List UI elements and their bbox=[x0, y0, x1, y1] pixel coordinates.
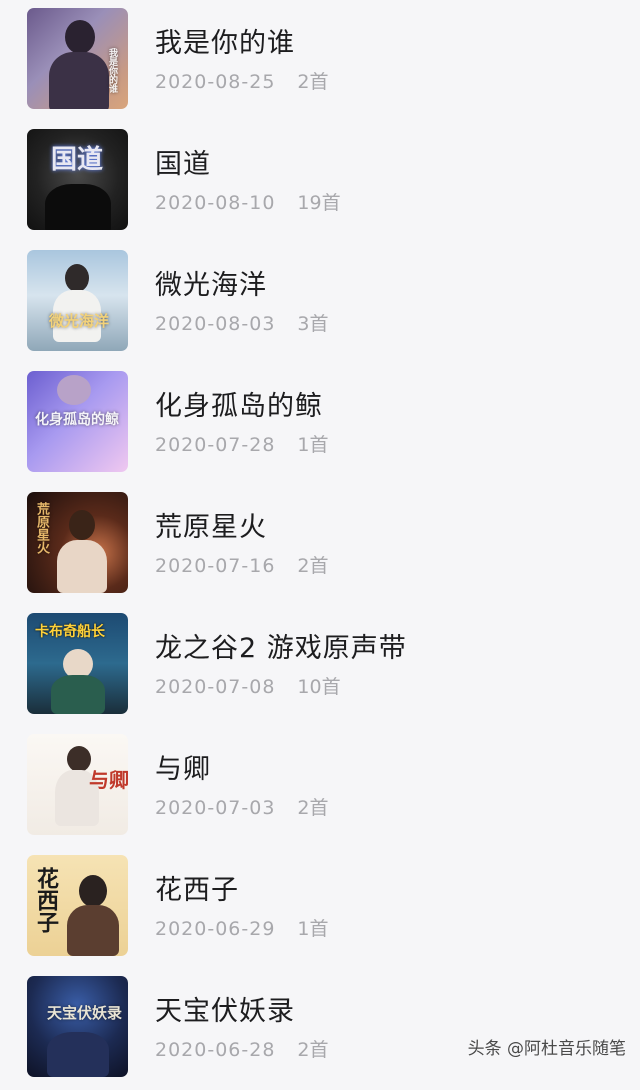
cover-text: 花西子 bbox=[33, 867, 59, 933]
album-row[interactable]: 国道 国道 2020-08-10 19首 bbox=[0, 122, 640, 243]
release-date: 2020-08-10 bbox=[155, 192, 276, 214]
album-row[interactable]: 花西子 花西子 2020-06-29 1首 bbox=[0, 848, 640, 969]
album-row[interactable]: 荒原星火 荒原星火 2020-07-16 2首 bbox=[0, 485, 640, 606]
album-cover: 与卿 bbox=[27, 734, 128, 835]
album-meta: 2020-07-08 10首 bbox=[155, 672, 341, 699]
cover-text: 我是你的谁 bbox=[107, 48, 117, 93]
track-count: 19首 bbox=[297, 192, 341, 214]
cover-text: 国道 bbox=[51, 145, 104, 175]
album-cover: 化身孤岛的鲸 bbox=[27, 371, 128, 472]
album-title: 天宝伏妖录 bbox=[155, 996, 295, 1027]
album-row[interactable]: 天宝伏妖录 天宝伏妖录 2020-06-28 2首 bbox=[0, 969, 640, 1090]
album-title: 与卿 bbox=[155, 754, 211, 785]
cover-text: 卡布奇船长 bbox=[35, 624, 105, 640]
track-count: 2首 bbox=[297, 797, 329, 819]
release-date: 2020-07-03 bbox=[155, 797, 276, 819]
album-list: 我是你的谁 我是你的谁 2020-08-25 2首 国道 国道 2020-08-1… bbox=[0, 0, 640, 1079]
release-date: 2020-08-25 bbox=[155, 71, 276, 93]
release-date: 2020-08-03 bbox=[155, 313, 276, 335]
release-date: 2020-07-08 bbox=[155, 676, 276, 698]
album-title: 微光海洋 bbox=[155, 270, 267, 301]
album-meta: 2020-06-28 2首 bbox=[155, 1035, 329, 1062]
album-row[interactable]: 微光海洋 微光海洋 2020-08-03 3首 bbox=[0, 243, 640, 364]
album-row[interactable]: 化身孤岛的鲸 化身孤岛的鲸 2020-07-28 1首 bbox=[0, 364, 640, 485]
album-meta: 2020-07-03 2首 bbox=[155, 793, 329, 820]
album-cover: 国道 bbox=[27, 129, 128, 230]
cover-text: 化身孤岛的鲸 bbox=[35, 412, 119, 428]
album-title: 化身孤岛的鲸 bbox=[155, 391, 323, 422]
album-title: 龙之谷2 游戏原声带 bbox=[155, 633, 407, 664]
cover-text: 荒原星火 bbox=[34, 502, 49, 554]
album-cover: 微光海洋 bbox=[27, 250, 128, 351]
track-count: 3首 bbox=[297, 313, 329, 335]
album-title: 国道 bbox=[155, 149, 211, 180]
album-meta: 2020-08-25 2首 bbox=[155, 67, 329, 94]
album-meta: 2020-07-16 2首 bbox=[155, 551, 329, 578]
album-meta: 2020-08-10 19首 bbox=[155, 188, 341, 215]
album-row[interactable]: 我是你的谁 我是你的谁 2020-08-25 2首 bbox=[0, 1, 640, 122]
track-count: 1首 bbox=[297, 918, 329, 940]
track-count: 1首 bbox=[297, 434, 329, 456]
album-meta: 2020-06-29 1首 bbox=[155, 914, 329, 941]
album-cover: 荒原星火 bbox=[27, 492, 128, 593]
cover-text: 微光海洋 bbox=[49, 312, 110, 330]
album-row[interactable]: 与卿 与卿 2020-07-03 2首 bbox=[0, 727, 640, 848]
track-count: 2首 bbox=[297, 1039, 329, 1061]
release-date: 2020-07-28 bbox=[155, 434, 276, 456]
release-date: 2020-06-28 bbox=[155, 1039, 276, 1061]
cover-text: 天宝伏妖录 bbox=[47, 1004, 123, 1022]
album-cover: 卡布奇船长 bbox=[27, 613, 128, 714]
album-title: 花西子 bbox=[155, 875, 239, 906]
watermark: 头条 @阿杜音乐随笔 bbox=[467, 1039, 626, 1059]
album-cover: 天宝伏妖录 bbox=[27, 976, 128, 1077]
album-title: 我是你的谁 bbox=[155, 28, 295, 59]
album-meta: 2020-07-28 1首 bbox=[155, 430, 329, 457]
album-title: 荒原星火 bbox=[155, 512, 267, 543]
track-count: 10首 bbox=[297, 676, 341, 698]
cover-text: 与卿 bbox=[89, 768, 128, 792]
album-meta: 2020-08-03 3首 bbox=[155, 309, 329, 336]
album-cover: 我是你的谁 bbox=[27, 8, 128, 109]
track-count: 2首 bbox=[297, 555, 329, 577]
album-row[interactable]: 卡布奇船长 龙之谷2 游戏原声带 2020-07-08 10首 bbox=[0, 606, 640, 727]
release-date: 2020-07-16 bbox=[155, 555, 276, 577]
release-date: 2020-06-29 bbox=[155, 918, 276, 940]
album-cover: 花西子 bbox=[27, 855, 128, 956]
track-count: 2首 bbox=[297, 71, 329, 93]
